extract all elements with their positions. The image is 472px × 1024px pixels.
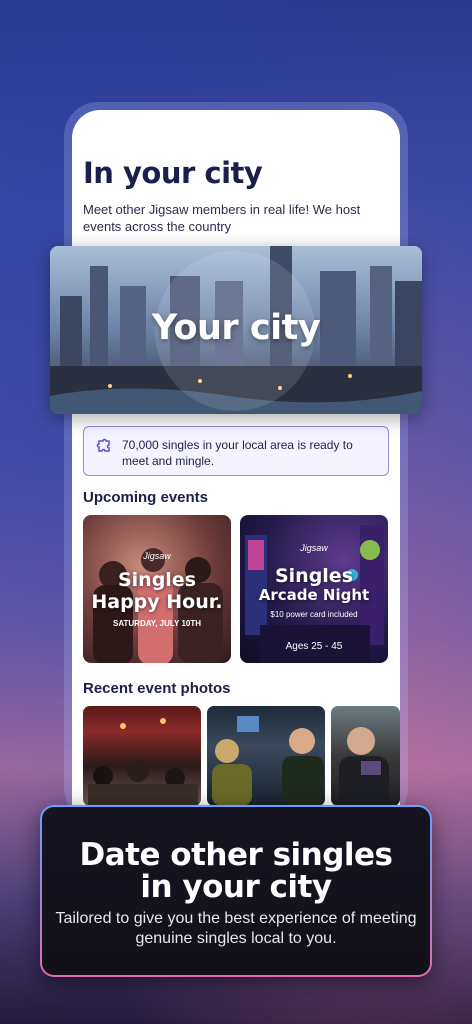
promo-body: Tailored to give you the best experience… — [55, 910, 417, 947]
event-photo-1[interactable] — [83, 706, 201, 806]
jigsaw-piece-icon — [96, 438, 112, 454]
promo-headline-line1: Date other singles — [79, 837, 393, 873]
event-brand-label: Jigsaw — [143, 551, 171, 561]
event-photo-3[interactable] — [331, 706, 400, 806]
event-title-line2: Arcade Night — [258, 586, 370, 604]
event-title-line1: Singles — [274, 565, 354, 587]
event-date: SATURDAY, JULY 10TH — [112, 619, 202, 628]
city-hero-banner: Your city — [50, 246, 422, 414]
event-photo-2[interactable] — [207, 706, 325, 806]
app-screen: In your city Meet other Jigsaw members i… — [72, 110, 400, 822]
event-title-line1: Singles — [117, 569, 197, 591]
promo-headline: Date other singles in your city — [42, 839, 430, 903]
event-card-happy-hour[interactable]: Jigsaw Singles Happy Hour. SATURDAY, JUL… — [83, 515, 231, 663]
promo-headline-line2: in your city — [140, 869, 332, 905]
event-brand-label: Jigsaw — [300, 543, 328, 553]
promo-card: Date other singles in your city Tailored… — [40, 805, 432, 977]
hero-title: Your city — [151, 308, 321, 348]
page-title: In your city — [83, 156, 263, 190]
event-card-arcade-night[interactable]: Jigsaw Singles Arcade Night $10 power ca… — [240, 515, 388, 663]
singles-count-text: 70,000 singles in your local area is rea… — [122, 438, 353, 468]
singles-count-banner: 70,000 singles in your local area is rea… — [83, 426, 389, 476]
recent-photos-heading: Recent event photos — [83, 680, 231, 697]
event-title-line2: Happy Hour. — [91, 591, 223, 613]
event-detail: $10 power card included — [270, 610, 358, 619]
upcoming-events-heading: Upcoming events — [83, 489, 209, 506]
event-ages: Ages 25 - 45 — [285, 641, 343, 652]
page-subtitle: Meet other Jigsaw members in real life! … — [83, 202, 361, 234]
